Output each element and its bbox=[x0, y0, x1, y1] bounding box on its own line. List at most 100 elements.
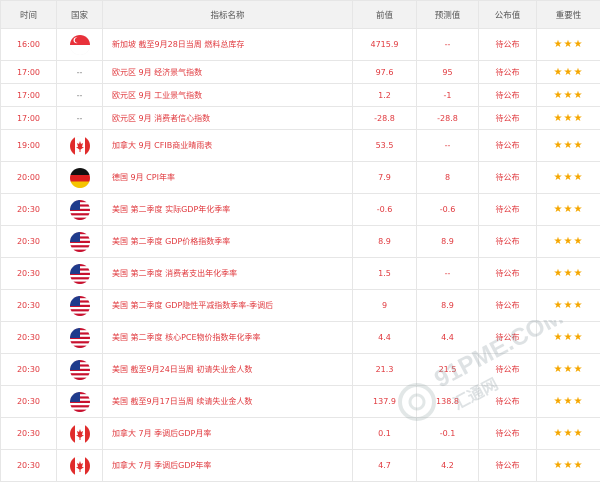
importance-stars: ★★★ bbox=[536, 257, 600, 290]
importance-stars: ★★★ bbox=[536, 28, 600, 61]
actual-value: 待公布 bbox=[478, 449, 537, 482]
header-country[interactable]: 国家 bbox=[56, 0, 103, 29]
previous-value: 4.4 bbox=[352, 321, 417, 354]
usa-flag-icon bbox=[69, 263, 90, 284]
header-importance[interactable]: 重要性 bbox=[536, 0, 600, 29]
table-row[interactable]: 20:30 美国 截至9月24日当周 初请失业金人数 21.3 21.5 待公布 ★★★ bbox=[0, 353, 600, 386]
forecast-value: 8.9 bbox=[416, 225, 479, 258]
importance-stars: ★★★ bbox=[536, 60, 600, 84]
table-row[interactable]: 20:30 美国 第二季度 GDP隐性平减指数季率-季调后 9 8.9 待公布 ★★★ bbox=[0, 289, 600, 322]
header-name[interactable]: 指标名称 bbox=[102, 0, 353, 29]
previous-value: 21.3 bbox=[352, 353, 417, 386]
header-forecast[interactable]: 预测值 bbox=[416, 0, 479, 29]
table-row[interactable]: 20:30 加拿大 7月 季调后GDP年率 4.7 4.2 待公布 ★★★ bbox=[0, 449, 600, 482]
table-row[interactable]: 20:30 美国 第二季度 核心PCE物价指数年化季率 4.4 4.4 待公布 ★★★ bbox=[0, 321, 600, 354]
actual-value: 待公布 bbox=[478, 106, 537, 130]
importance-stars: ★★★ bbox=[536, 449, 600, 482]
previous-value: 1.5 bbox=[352, 257, 417, 290]
country-cell: -- bbox=[56, 83, 103, 107]
time-cell: 20:30 bbox=[0, 225, 57, 258]
importance-stars: ★★★ bbox=[536, 417, 600, 450]
indicator-name[interactable]: 加拿大 9月 CFIB商业晴雨表 bbox=[102, 129, 353, 162]
previous-value: 8.9 bbox=[352, 225, 417, 258]
forecast-value: 4.2 bbox=[416, 449, 479, 482]
country-placeholder: -- bbox=[76, 67, 83, 77]
table-row[interactable]: 16:00 新加坡 截至9月28日当周 燃料总库存 4715.9 -- 待公布 ★★★ bbox=[0, 28, 600, 61]
header-previous[interactable]: 前值 bbox=[352, 0, 417, 29]
indicator-name[interactable]: 美国 第二季度 核心PCE物价指数年化季率 bbox=[102, 321, 353, 354]
table-row[interactable]: 20:00 德国 9月 CPI年率 7.9 8 待公布 ★★★ bbox=[0, 161, 600, 194]
country-placeholder: -- bbox=[76, 113, 83, 123]
indicator-name[interactable]: 欧元区 9月 工业景气指数 bbox=[102, 83, 353, 107]
actual-value: 待公布 bbox=[478, 321, 537, 354]
previous-value: 1.2 bbox=[352, 83, 417, 107]
time-cell: 19:00 bbox=[0, 129, 57, 162]
germany-flag-icon bbox=[69, 167, 90, 188]
actual-value: 待公布 bbox=[478, 83, 537, 107]
indicator-name[interactable]: 欧元区 9月 经济景气指数 bbox=[102, 60, 353, 84]
time-cell: 20:30 bbox=[0, 449, 57, 482]
table-row[interactable]: 20:30 加拿大 7月 季调后GDP月率 0.1 -0.1 待公布 ★★★ bbox=[0, 417, 600, 450]
previous-value: 4.7 bbox=[352, 449, 417, 482]
country-cell bbox=[56, 28, 103, 61]
time-cell: 20:30 bbox=[0, 353, 57, 386]
indicator-name[interactable]: 美国 截至9月17日当周 续请失业金人数 bbox=[102, 385, 353, 418]
forecast-value: -1 bbox=[416, 83, 479, 107]
indicator-name[interactable]: 欧元区 9月 消费者信心指数 bbox=[102, 106, 353, 130]
country-cell bbox=[56, 289, 103, 322]
table-row[interactable]: 19:00 加拿大 9月 CFIB商业晴雨表 53.5 -- 待公布 ★★★ bbox=[0, 129, 600, 162]
forecast-value: -- bbox=[416, 28, 479, 61]
forecast-value: -0.6 bbox=[416, 193, 479, 226]
indicator-name[interactable]: 美国 第二季度 GDP价格指数季率 bbox=[102, 225, 353, 258]
table-row[interactable]: 17:00 -- 欧元区 9月 消费者信心指数 -28.8 -28.8 待公布 ★★★ bbox=[0, 106, 600, 130]
country-cell bbox=[56, 321, 103, 354]
indicator-name[interactable]: 美国 第二季度 消费者支出年化季率 bbox=[102, 257, 353, 290]
indicator-name[interactable]: 德国 9月 CPI年率 bbox=[102, 161, 353, 194]
previous-value: -28.8 bbox=[352, 106, 417, 130]
country-cell bbox=[56, 417, 103, 450]
time-cell: 17:00 bbox=[0, 83, 57, 107]
country-cell bbox=[56, 161, 103, 194]
indicator-name[interactable]: 美国 截至9月24日当周 初请失业金人数 bbox=[102, 353, 353, 386]
indicator-name[interactable]: 加拿大 7月 季调后GDP月率 bbox=[102, 417, 353, 450]
importance-stars: ★★★ bbox=[536, 161, 600, 194]
header-actual[interactable]: 公布值 bbox=[478, 0, 537, 29]
time-cell: 20:00 bbox=[0, 161, 57, 194]
forecast-value: -- bbox=[416, 129, 479, 162]
actual-value: 待公布 bbox=[478, 353, 537, 386]
actual-value: 待公布 bbox=[478, 161, 537, 194]
time-cell: 20:30 bbox=[0, 321, 57, 354]
table-row[interactable]: 17:00 -- 欧元区 9月 工业景气指数 1.2 -1 待公布 ★★★ bbox=[0, 83, 600, 107]
previous-value: 7.9 bbox=[352, 161, 417, 194]
time-cell: 20:30 bbox=[0, 193, 57, 226]
forecast-value: 138.8 bbox=[416, 385, 479, 418]
canada-flag-icon bbox=[69, 135, 90, 156]
time-cell: 17:00 bbox=[0, 106, 57, 130]
importance-stars: ★★★ bbox=[536, 385, 600, 418]
previous-value: 97.6 bbox=[352, 60, 417, 84]
table-row[interactable]: 17:00 -- 欧元区 9月 经济景气指数 97.6 95 待公布 ★★★ bbox=[0, 60, 600, 84]
country-cell bbox=[56, 225, 103, 258]
table-row[interactable]: 20:30 美国 截至9月17日当周 续请失业金人数 137.9 138.8 待公布 ★★… bbox=[0, 385, 600, 418]
previous-value: 4715.9 bbox=[352, 28, 417, 61]
indicator-name[interactable]: 美国 第二季度 实际GDP年化季率 bbox=[102, 193, 353, 226]
country-cell bbox=[56, 193, 103, 226]
usa-flag-icon bbox=[69, 231, 90, 252]
table-row[interactable]: 20:30 美国 第二季度 GDP价格指数季率 8.9 8.9 待公布 ★★★ bbox=[0, 225, 600, 258]
indicator-name[interactable]: 美国 第二季度 GDP隐性平减指数季率-季调后 bbox=[102, 289, 353, 322]
header-row: 时间 国家 指标名称 前值 预测值 公布值 重要性 bbox=[0, 0, 600, 29]
header-time[interactable]: 时间 bbox=[0, 0, 57, 29]
indicator-name[interactable]: 新加坡 截至9月28日当周 燃料总库存 bbox=[102, 28, 353, 61]
actual-value: 待公布 bbox=[478, 257, 537, 290]
table-row[interactable]: 20:30 美国 第二季度 消费者支出年化季率 1.5 -- 待公布 ★★★ bbox=[0, 257, 600, 290]
forecast-value: 4.4 bbox=[416, 321, 479, 354]
importance-stars: ★★★ bbox=[536, 83, 600, 107]
actual-value: 待公布 bbox=[478, 385, 537, 418]
table-row[interactable]: 20:30 美国 第二季度 实际GDP年化季率 -0.6 -0.6 待公布 ★★★ bbox=[0, 193, 600, 226]
importance-stars: ★★★ bbox=[536, 225, 600, 258]
forecast-value: -28.8 bbox=[416, 106, 479, 130]
previous-value: -0.6 bbox=[352, 193, 417, 226]
time-cell: 20:30 bbox=[0, 289, 57, 322]
indicator-name[interactable]: 加拿大 7月 季调后GDP年率 bbox=[102, 449, 353, 482]
actual-value: 待公布 bbox=[478, 129, 537, 162]
